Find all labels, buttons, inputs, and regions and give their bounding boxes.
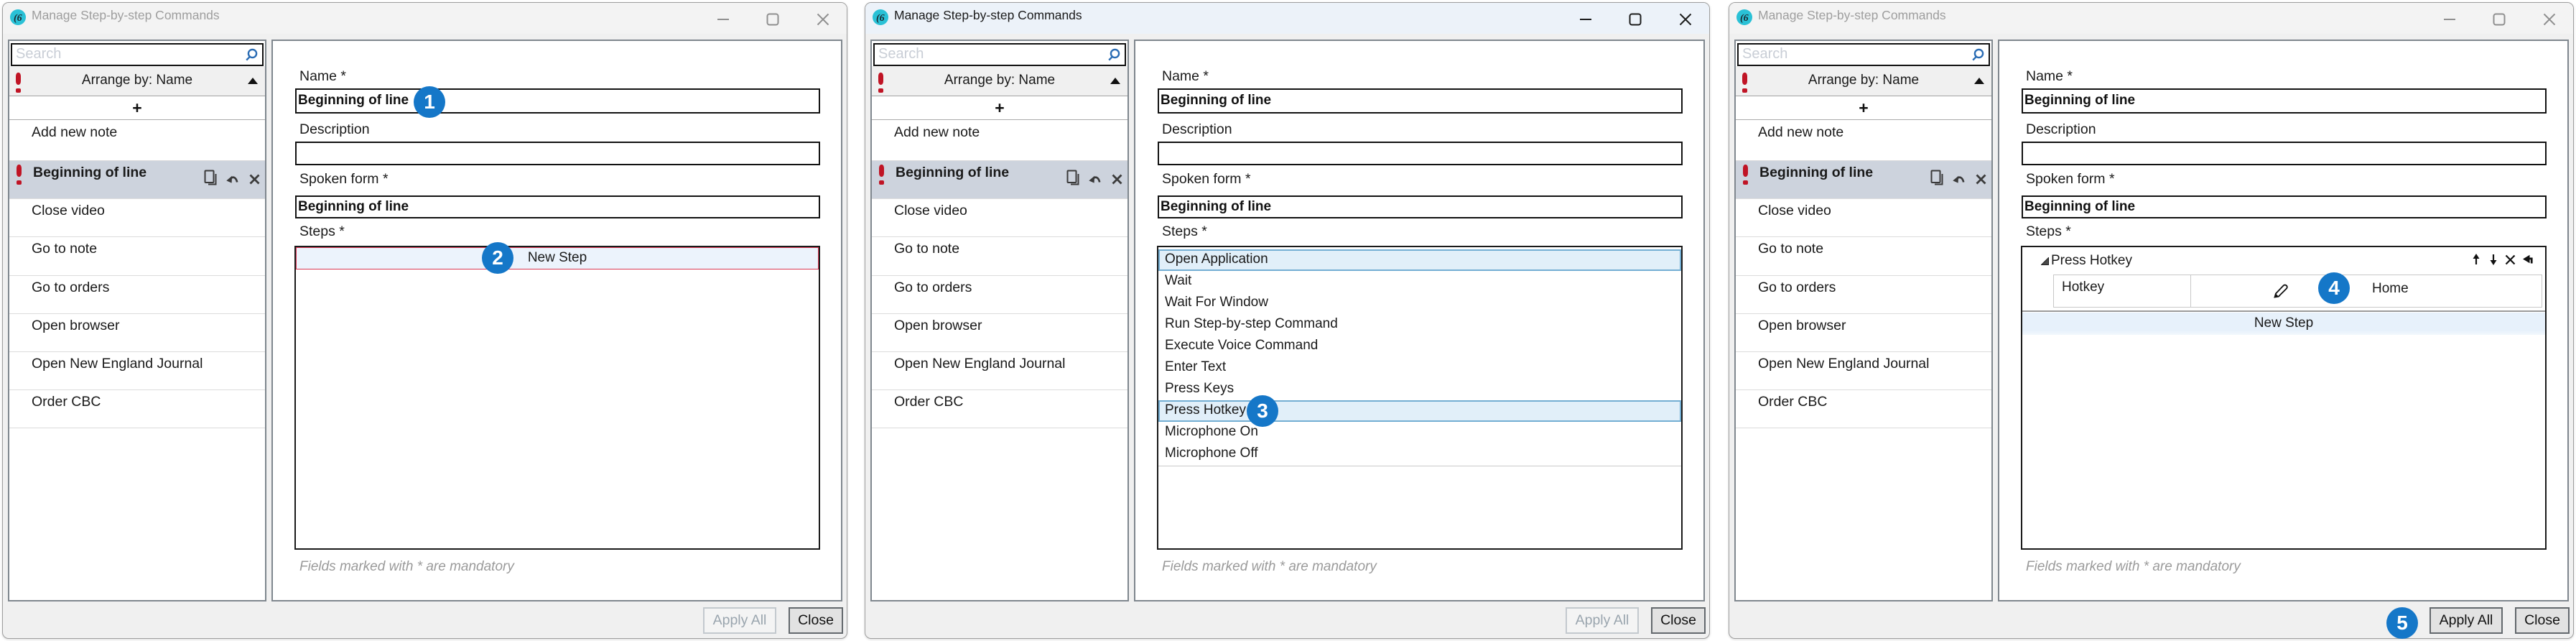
svg-text:(6: (6: [14, 13, 22, 24]
svg-text:(6: (6: [876, 13, 885, 24]
svg-text:(6: (6: [1740, 13, 1749, 24]
